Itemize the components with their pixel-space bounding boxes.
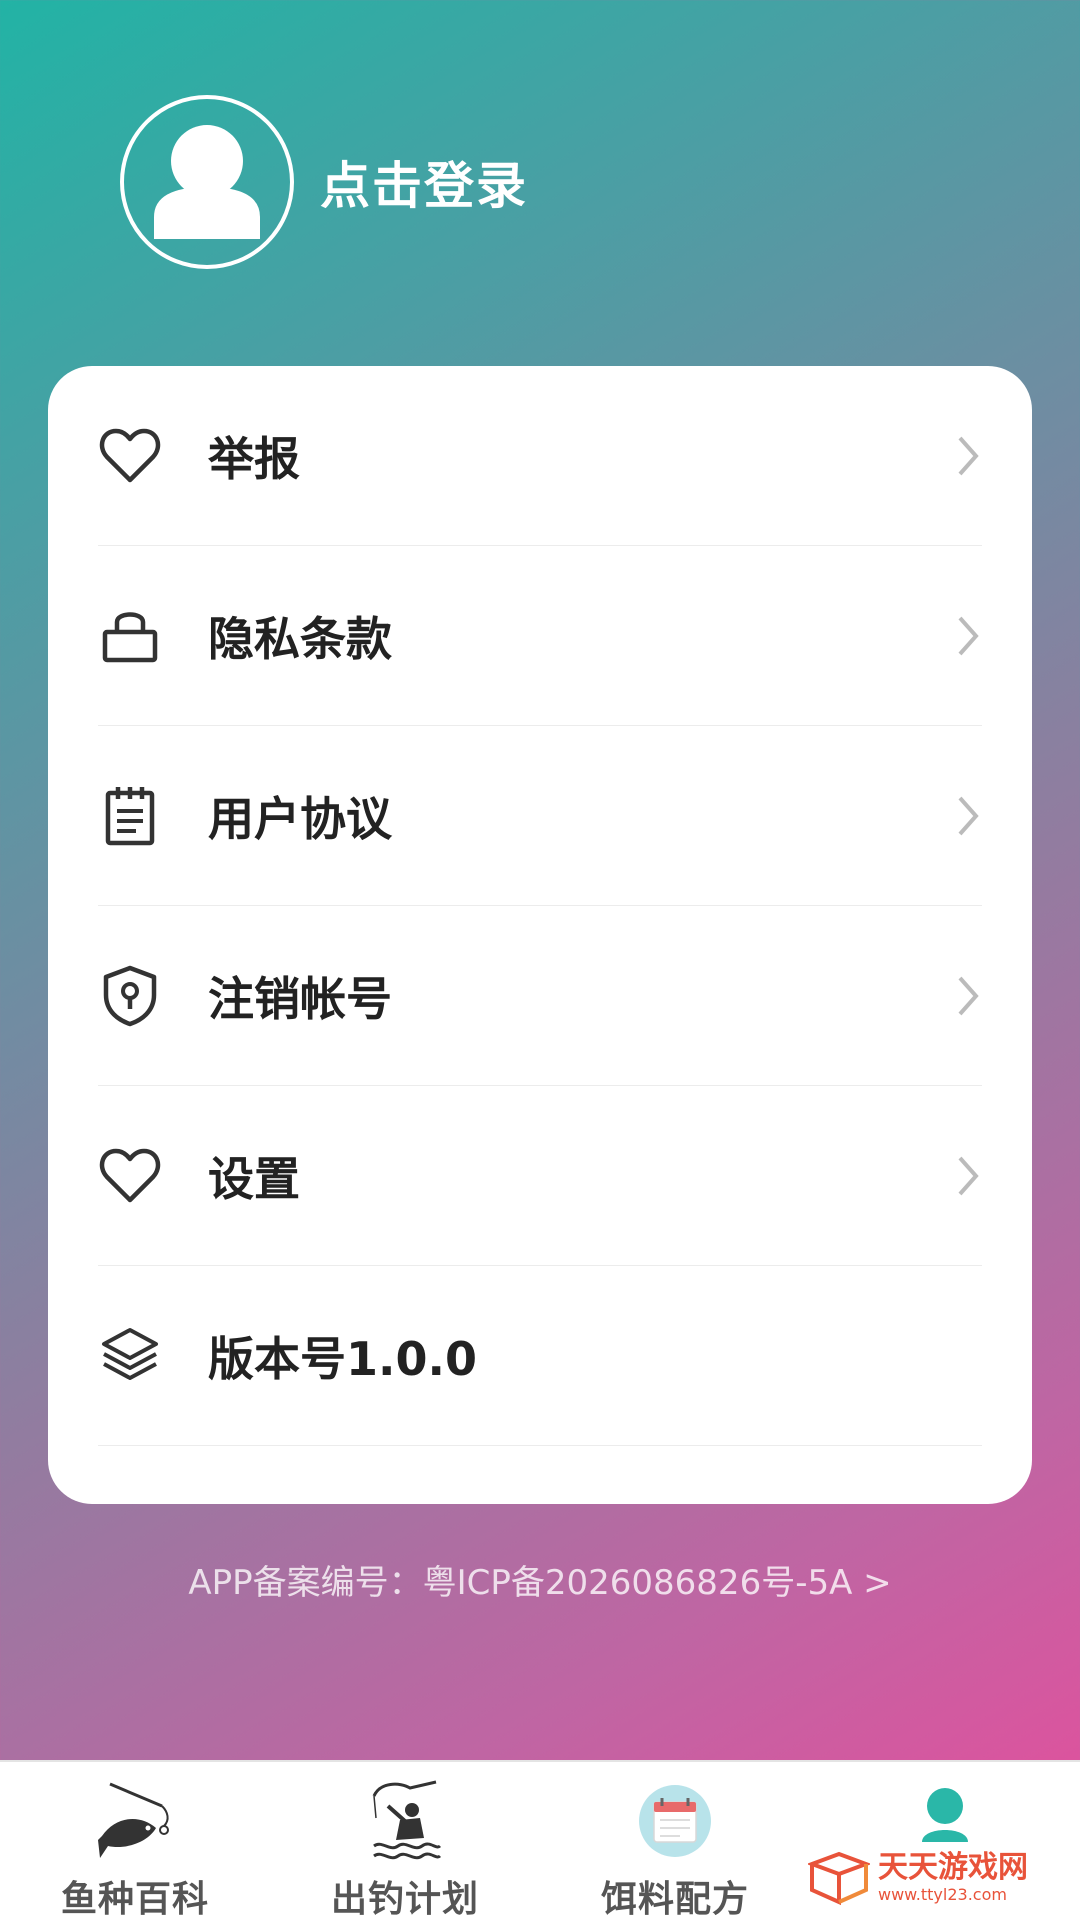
menu-item-label: 隐私条款: [208, 611, 392, 666]
tab-fishing-plan[interactable]: 出钓计划: [330, 1762, 480, 1920]
fish-catch-icon: [98, 1782, 169, 1858]
profile-header[interactable]: 点击登录: [120, 95, 528, 269]
menu-item-settings[interactable]: 设置: [98, 1086, 982, 1266]
tab-fish-encyclopedia[interactable]: 鱼种百科: [60, 1762, 210, 1920]
watermark: 天天游戏网 www.ttyl23.com: [808, 1850, 1028, 1906]
tab-label: 饵料配方: [600, 1879, 749, 1920]
watermark-logo-icon: [808, 1851, 870, 1906]
avatar[interactable]: [120, 95, 294, 269]
layers-icon: [98, 1324, 162, 1388]
chevron-right-icon: [958, 616, 979, 655]
version-label: 版本号1.0.0: [208, 1331, 477, 1386]
menu-item-delete-account[interactable]: 注销帐号: [98, 906, 982, 1086]
menu-item-report[interactable]: 举报: [98, 366, 982, 546]
fisherman-icon: [372, 1780, 442, 1860]
heart-outline-icon: [98, 424, 162, 488]
notepad-icon: [98, 784, 162, 848]
menu-card: 举报 隐私条款 用户协议 注销帐号 设置 版本号1.0.0: [48, 366, 1032, 1504]
tab-label: 鱼种百科: [60, 1879, 209, 1920]
chevron-right-icon: [958, 436, 979, 475]
login-label[interactable]: 点击登录: [320, 146, 528, 218]
menu-item-privacy[interactable]: 隐私条款: [98, 546, 982, 726]
chevron-right-icon: [958, 976, 979, 1015]
shield-keyhole-icon: [98, 964, 162, 1028]
lock-icon: [98, 604, 162, 668]
heart-outline-icon: [98, 1144, 162, 1208]
menu-item-version: 版本号1.0.0: [98, 1266, 982, 1446]
menu-item-label: 举报: [208, 431, 300, 486]
watermark-url: www.ttyl23.com: [878, 1885, 1007, 1904]
chevron-right-icon: [958, 796, 979, 835]
menu-item-label: 用户协议: [208, 791, 392, 846]
user-silhouette-icon: [154, 125, 260, 239]
tab-bait-recipe[interactable]: 饵料配方: [600, 1762, 750, 1920]
tab-label: 出钓计划: [330, 1879, 479, 1920]
menu-item-label: 注销帐号: [208, 971, 392, 1026]
calendar-icon: [639, 1785, 711, 1857]
menu-item-user-agreement[interactable]: 用户协议: [98, 726, 982, 906]
chevron-right-icon: [958, 1156, 979, 1195]
watermark-title: 天天游戏网: [878, 1850, 1028, 1885]
menu-item-label: 设置: [208, 1151, 300, 1206]
icp-record-link[interactable]: APP备案编号：粤ICP备2026086826号-5A >: [0, 1555, 1080, 1604]
